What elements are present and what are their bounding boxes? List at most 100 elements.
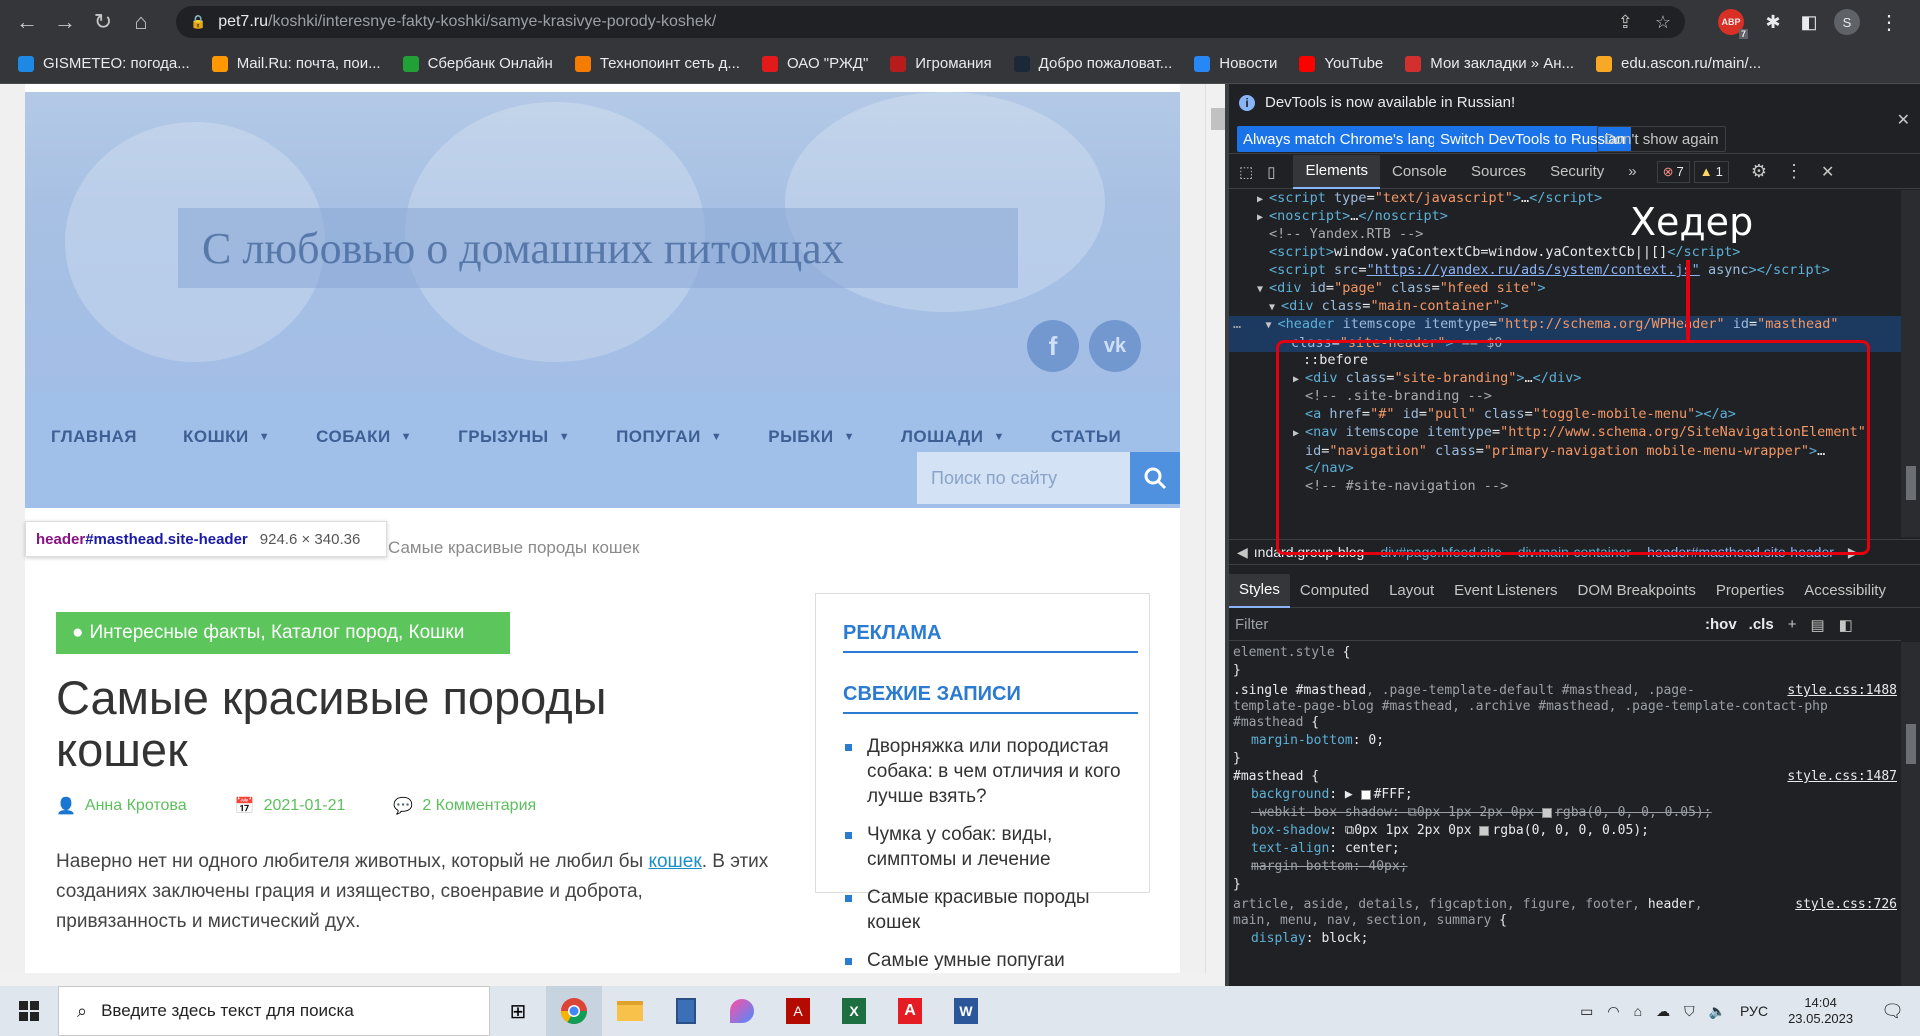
task-view-icon[interactable]: ⊞ xyxy=(490,986,546,1036)
site-search-input[interactable]: Поиск по сайту xyxy=(917,452,1130,504)
extensions-icon[interactable]: ✱ xyxy=(1760,9,1786,35)
scroll-thumb[interactable] xyxy=(1211,108,1225,130)
acrobat-icon[interactable]: A xyxy=(770,986,826,1036)
battery-icon[interactable]: ▭ xyxy=(1580,1003,1593,1020)
dom-node[interactable]: <script>window.yaContextCb=window.yaCont… xyxy=(1229,244,1901,262)
style-declaration[interactable]: margin-bottom: 40px; xyxy=(1233,858,1897,876)
nav-item-horses[interactable]: ЛОШАДИ ▼ xyxy=(901,427,1005,447)
style-declaration[interactable]: box-shadow: ⧉0px 1px 2px 0px rgba(0, 0, … xyxy=(1233,822,1897,840)
back-button[interactable]: ← xyxy=(8,3,46,41)
bookmark-item[interactable]: Mail.Ru: почта, пои... xyxy=(211,50,381,78)
tab-security[interactable]: Security xyxy=(1538,155,1616,189)
site-title[interactable]: С любовью о домашних питомцах xyxy=(178,208,1018,288)
excel-icon[interactable]: X xyxy=(826,986,882,1036)
word-icon[interactable]: W xyxy=(938,986,994,1036)
close-devtools-icon[interactable]: ✕ xyxy=(1821,162,1834,182)
dom-node[interactable]: <script src="https://yandex.ru/ads/syste… xyxy=(1229,262,1901,280)
autocad-icon[interactable]: A xyxy=(882,986,938,1036)
hover-state-toggle[interactable]: :hov xyxy=(1705,616,1737,633)
dom-node[interactable]: ▼ <div id="page" class="hfeed site"> xyxy=(1229,280,1901,298)
styles-scrollbar[interactable] xyxy=(1901,642,1920,986)
tab-layout[interactable]: Layout xyxy=(1379,574,1444,608)
recent-post-link[interactable]: Самые красивые породы кошек xyxy=(843,885,1143,935)
add-rule-icon[interactable]: + xyxy=(1788,616,1797,633)
style-declaration[interactable]: text-align: center; xyxy=(1233,840,1897,858)
file-explorer-icon[interactable] xyxy=(602,986,658,1036)
nav-item-rodents[interactable]: ГРЫЗУНЫ ▼ xyxy=(458,427,570,447)
bookmark-item[interactable]: YouTube xyxy=(1299,50,1383,78)
reload-button[interactable]: ↻ xyxy=(84,3,122,41)
notifications-icon[interactable]: 🗨 xyxy=(1881,1001,1904,1022)
tab-sources[interactable]: Sources xyxy=(1459,155,1538,189)
post-comments[interactable]: 💬 2 Комментария xyxy=(393,796,536,816)
class-toggle[interactable]: .cls xyxy=(1749,616,1774,633)
scroll-thumb[interactable] xyxy=(1906,724,1916,764)
tab-properties[interactable]: Properties xyxy=(1706,574,1794,608)
taskbar-search-box[interactable]: ⌕ Введите здесь текст для поиска xyxy=(58,986,490,1036)
tab-accessibility[interactable]: Accessibility xyxy=(1794,574,1896,608)
bookmark-item[interactable]: Добро пожаловат... xyxy=(1013,50,1172,78)
style-rule-line[interactable]: element.style { xyxy=(1233,644,1897,662)
clock[interactable]: 14:04 23.05.2023 xyxy=(1788,995,1853,1027)
adblock-extension-icon[interactable]: ABP 7 xyxy=(1718,9,1748,39)
tab-event-listeners[interactable]: Event Listeners xyxy=(1444,574,1567,608)
dom-node[interactable]: ▶ <script type="text/javascript">…</scrip… xyxy=(1229,190,1901,208)
bookmark-item[interactable]: ОАО "РЖД" xyxy=(761,50,868,78)
bookmark-item[interactable]: Новости xyxy=(1194,50,1277,78)
shield-icon[interactable]: ⛉ xyxy=(1684,1003,1695,1020)
nav-item-cats[interactable]: КОШКИ ▼ xyxy=(183,427,270,447)
chrome-app-icon[interactable] xyxy=(546,986,602,1036)
menu-kebab-icon[interactable]: ⋮ xyxy=(1876,9,1902,35)
facebook-icon[interactable]: f xyxy=(1027,320,1079,372)
start-button[interactable] xyxy=(0,986,58,1036)
bookmark-item[interactable]: edu.ascon.ru/main/... xyxy=(1596,50,1761,78)
post-categories[interactable]: ● Интересные факты, Каталог пород, Кошки xyxy=(56,612,510,654)
close-icon[interactable]: ✕ xyxy=(1897,110,1910,130)
device-toolbar-icon[interactable]: ▯ xyxy=(1267,163,1275,181)
error-count-badge[interactable]: ⊗ 7 xyxy=(1656,160,1690,183)
tab-computed[interactable]: Computed xyxy=(1290,574,1379,608)
recent-post-link[interactable]: Дворняжка или породистая собака: в чем о… xyxy=(843,734,1143,809)
dom-node[interactable]: ▶ <noscript>…</noscript> xyxy=(1229,208,1901,226)
calculator-icon[interactable] xyxy=(658,986,714,1036)
search-button[interactable] xyxy=(1130,452,1180,504)
tab-console[interactable]: Console xyxy=(1380,155,1459,189)
nav-item-articles[interactable]: СТАТЬИ xyxy=(1051,427,1121,447)
more-tabs-button[interactable]: » xyxy=(1616,155,1648,189)
style-declaration[interactable]: display: block; xyxy=(1233,930,1897,948)
home-button[interactable]: ⌂ xyxy=(122,3,160,41)
bookmark-item[interactable]: Сбербанк Онлайн xyxy=(402,50,553,78)
style-declaration[interactable]: background: ▶ #FFF; xyxy=(1233,786,1897,804)
nav-item-dogs[interactable]: СОБАКИ ▼ xyxy=(316,427,412,447)
dom-node[interactable]: ▼ <div class="main-container"> xyxy=(1229,298,1901,316)
page-horizontal-scrollbar[interactable] xyxy=(0,973,1229,986)
wifi-icon[interactable]: ◠ xyxy=(1607,1003,1619,1020)
profile-avatar[interactable]: S xyxy=(1834,9,1860,35)
bookmark-star-icon[interactable]: ☆ xyxy=(1655,12,1671,33)
styles-filter-input[interactable]: Filter xyxy=(1235,616,1705,633)
element-state-icon[interactable]: ▤ xyxy=(1810,616,1824,634)
settings-gear-icon[interactable]: ⚙ xyxy=(1751,161,1767,182)
nav-item-parrots[interactable]: ПОПУГАИ ▼ xyxy=(616,427,722,447)
network-icon[interactable]: ⌂ xyxy=(1634,1003,1642,1019)
bookmark-item[interactable]: Игромания xyxy=(890,50,992,78)
inspect-element-icon[interactable]: ⬚ xyxy=(1239,163,1253,181)
post-author[interactable]: 👤 Анна Кротова xyxy=(56,796,187,816)
bookmark-item[interactable]: GISMETEO: погода... xyxy=(18,50,190,78)
style-declaration[interactable]: -webkit-box-shadow: ⧉0px 1px 2px 0px rgb… xyxy=(1233,804,1897,822)
paint-3d-icon[interactable] xyxy=(714,986,770,1036)
nav-item-fish[interactable]: РЫБКИ ▼ xyxy=(768,427,855,447)
address-bar[interactable]: 🔒 pet7.ru /koshki/interesnye-fakty-koshk… xyxy=(176,6,1685,38)
share-icon[interactable]: ⇪ xyxy=(1618,12,1633,33)
scroll-thumb[interactable] xyxy=(1906,466,1916,500)
dont-show-again-button[interactable]: Don't show again xyxy=(1597,126,1726,152)
tab-styles[interactable]: Styles xyxy=(1229,573,1290,608)
vk-icon[interactable]: vk xyxy=(1089,320,1141,372)
volume-icon[interactable]: 🔈 xyxy=(1709,1003,1726,1020)
style-declaration[interactable]: margin-bottom: 0; xyxy=(1233,732,1897,750)
elements-scrollbar[interactable] xyxy=(1901,190,1920,537)
recent-post-link[interactable]: Самые умные попугаи xyxy=(843,948,1143,973)
style-source-link[interactable]: style.css:726 xyxy=(1795,896,1897,914)
warning-count-badge[interactable]: ▲ 1 xyxy=(1693,160,1729,183)
cats-link[interactable]: кошек xyxy=(648,851,701,872)
